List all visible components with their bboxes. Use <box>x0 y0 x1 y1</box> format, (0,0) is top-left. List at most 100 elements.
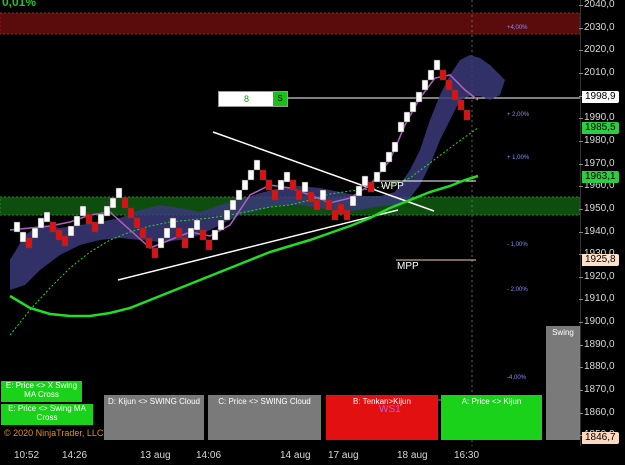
price-tick: 2030,0 <box>579 22 624 34</box>
renko-bar-up <box>67 225 75 237</box>
renko-bar-up <box>403 111 411 123</box>
pct-label-minus4: -4,00% <box>507 375 527 381</box>
renko-bar-down <box>331 209 339 221</box>
renko-bar-up <box>97 213 105 225</box>
time-tick: 17 aug <box>328 450 359 461</box>
signal-c-price-swing-cloud[interactable]: C: Price <> SWING Cloud <box>208 395 321 440</box>
renko-bar-up <box>385 151 393 163</box>
renko-bar-down <box>49 221 57 233</box>
renko-bar-down <box>127 207 135 219</box>
renko-bar-up <box>31 227 39 239</box>
renko-bar-up <box>427 69 435 81</box>
renko-bar-down <box>343 209 351 221</box>
renko-bar-up <box>235 189 243 201</box>
renko-bar-up <box>187 227 195 239</box>
price-tick: 1940,0 <box>579 226 624 238</box>
renko-bar-down <box>289 179 297 191</box>
renko-bar-up <box>409 101 417 113</box>
renko-bar-up <box>169 217 177 229</box>
renko-bar-up <box>79 205 87 217</box>
price-tag: 1846,7 <box>582 432 619 444</box>
price-chart[interactable] <box>0 0 580 446</box>
change-percent: 0,01% <box>2 0 37 9</box>
price-tick: 2020,0 <box>579 44 624 56</box>
renko-bar-down <box>25 237 33 249</box>
renko-bar-down <box>85 213 93 225</box>
price-tag: 1963,1 <box>582 171 619 183</box>
renko-bar-up <box>355 185 363 197</box>
bar-counter[interactable]: 8 S <box>218 91 288 107</box>
renko-bar-up <box>229 199 237 211</box>
renko-bar-up <box>37 217 45 229</box>
pct-label-minus1: - 1,00% <box>507 242 528 248</box>
time-tick: 14:26 <box>62 450 88 461</box>
renko-bar-up <box>379 161 387 173</box>
signal-e-swing-ma-cross[interactable]: E: Price <> Swing MA Cross <box>1 404 93 425</box>
renko-bar-up <box>13 221 21 233</box>
mpp-label: MPP <box>397 261 419 272</box>
renko-bar-down <box>55 229 63 241</box>
renko-bar-down <box>151 247 159 259</box>
signal-a-price-kijun[interactable]: A: Price <> Kijun <box>441 395 542 440</box>
price-tag: 1925,8 <box>582 254 619 266</box>
renko-bar-up <box>163 227 171 239</box>
renko-bar-up <box>19 231 27 243</box>
counter-s-button[interactable]: S <box>273 92 287 106</box>
renko-bar-down <box>91 221 99 233</box>
renko-bar-up <box>349 195 357 207</box>
renko-bar-up <box>373 171 381 183</box>
price-tag: 1998,9 <box>582 91 619 103</box>
renko-bar-down <box>295 189 303 201</box>
price-tick: 2040,0 <box>579 0 624 11</box>
pct-label-plus2: + 2,00% <box>507 112 530 118</box>
renko-bar-up <box>157 237 165 249</box>
signal-d-kijun-swing-cloud[interactable]: D: Kijun <> SWING Cloud <box>104 395 204 440</box>
renko-bar-down <box>337 203 345 215</box>
renko-bar-down <box>121 197 129 209</box>
renko-bar-down <box>199 229 207 241</box>
renko-bar-down <box>463 109 471 121</box>
signal-e-x-swing-ma-cross[interactable]: E: Price <> X Swing MA Cross <box>1 381 82 402</box>
renko-bar-down <box>439 69 447 81</box>
renko-bar-up <box>109 197 117 209</box>
price-tick: 1950,0 <box>579 203 624 215</box>
swing-panel[interactable]: Swing <box>546 326 580 440</box>
renko-bar-up <box>43 211 51 223</box>
renko-bar-up <box>301 181 309 193</box>
price-tick: 1970,0 <box>579 158 624 170</box>
copyright: © 2020 NinjaTrader, LLC <box>4 428 104 438</box>
renko-bar-up <box>217 219 225 231</box>
renko-bar-up <box>211 229 219 241</box>
price-tick: 1900,0 <box>579 316 624 328</box>
renko-bar-down <box>181 237 189 249</box>
renko-bar-down <box>313 199 321 211</box>
renko-bar-down <box>133 217 141 229</box>
renko-bar-up <box>319 189 327 201</box>
ws1-label: WS1 <box>379 404 401 415</box>
chart-window: 0,01% 8 S WPP MPP +4,00% + 2,00% + 1,00%… <box>0 0 625 465</box>
renko-bar-down <box>307 191 315 203</box>
signal-b-tenkan-kijun[interactable]: B: Tenkan>Kijun <box>326 395 438 440</box>
pct-label-plus1: + 1,00% <box>507 155 530 161</box>
renko-bar-down <box>259 169 267 181</box>
price-tick: 1860,0 <box>579 407 624 419</box>
time-tick: 10:52 <box>14 450 40 461</box>
renko-bar-down <box>61 235 69 247</box>
renko-bar-up <box>277 179 285 191</box>
renko-bar-up <box>115 187 123 199</box>
renko-bar-down <box>445 79 453 91</box>
resistance-zone <box>0 12 580 35</box>
renko-bar-down <box>175 227 183 239</box>
price-tick: 1910,0 <box>579 293 624 305</box>
price-tick: 1920,0 <box>579 271 624 283</box>
price-tick: 1870,0 <box>579 384 624 396</box>
renko-bar-up <box>415 91 423 103</box>
renko-bar-up <box>253 159 261 171</box>
renko-bar-up <box>283 171 291 183</box>
renko-bar-up <box>223 209 231 221</box>
pct-label-minus2: - 2,00% <box>507 287 528 293</box>
renko-bar-up <box>397 121 405 133</box>
renko-bar-down <box>271 189 279 201</box>
time-tick: 14:06 <box>196 450 222 461</box>
renko-bar-down <box>457 99 465 111</box>
